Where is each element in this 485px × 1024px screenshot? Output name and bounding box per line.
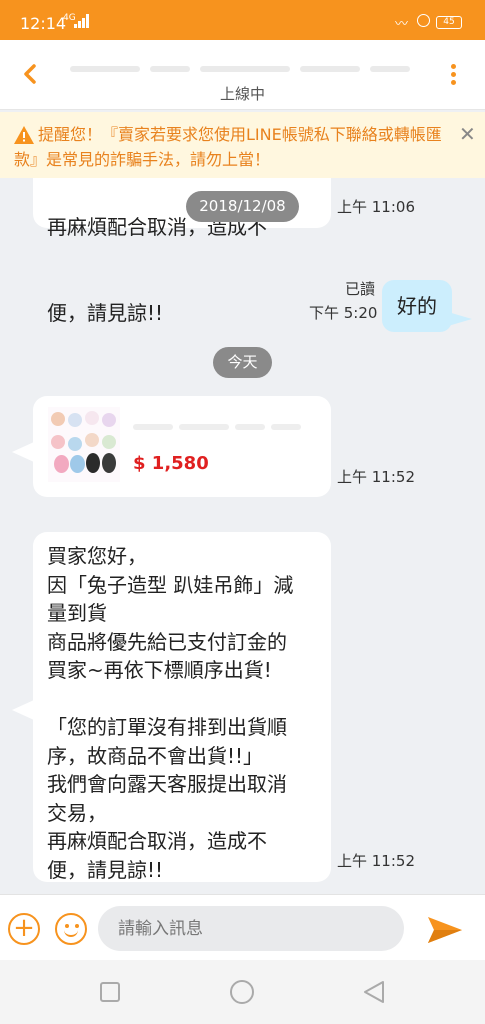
bubble-tail [448, 312, 472, 326]
battery-icon: 45 [436, 16, 462, 29]
message-line: 因「兔子造型 趴娃吊飾」減 [47, 572, 294, 597]
product-image [48, 407, 120, 482]
product-title-redacted [133, 418, 303, 436]
product-price: $ 1,580 [133, 453, 209, 474]
signal-icon [74, 14, 90, 28]
more-vertical-icon[interactable] [446, 64, 460, 86]
message-input[interactable] [98, 906, 404, 951]
message-line: 「您的訂單沒有排到出貨順 [47, 715, 287, 739]
status-bar: 12:14 4G 〰 45 [0, 0, 485, 40]
message-time: 上午 11:52 [337, 852, 415, 870]
smiley-icon[interactable] [55, 913, 87, 945]
vibrate-icon: 〰 [395, 17, 409, 32]
bubble-tail [12, 700, 34, 720]
battery-level: 45 [443, 17, 455, 27]
my-message-bubble: 好的 [382, 280, 452, 332]
message-line: 買家您好， [47, 544, 147, 568]
message-line [47, 685, 317, 714]
system-navigation-bar [0, 960, 485, 1024]
chevron-left-icon[interactable] [22, 64, 38, 84]
warning-text: 提醒您！『賣家若要求您使用LINE帳號私下聯絡或轉帳匯款』是常見的詐騙手法，請勿… [14, 125, 442, 169]
warning-triangle-icon [14, 126, 34, 144]
message-line: 商品將優先給已支付訂金的 [47, 629, 287, 654]
chat-header: 上線中 [0, 40, 485, 110]
message-time: 下午 5:20 [309, 304, 378, 322]
home-icon[interactable] [230, 980, 254, 1004]
read-receipt: 已讀 [345, 280, 376, 298]
message-line: 買家~再依下標順序出貨! [47, 658, 272, 682]
message-line: 我們會向露天客服提出取消 [47, 772, 287, 796]
chat-messages[interactable]: 再麻煩配合取消，造成不 便，請見諒!! 上午 11:06 2018/12/08 … [0, 178, 485, 894]
date-divider: 今天 [213, 347, 272, 378]
date-divider: 2018/12/08 [186, 191, 299, 222]
plus-circle-icon[interactable]: + [8, 913, 40, 945]
message-line: 再麻煩配合取消，造成不 [47, 829, 267, 853]
message-line: 便，請見諒!! [47, 300, 164, 325]
status-time: 12:14 [20, 14, 67, 33]
message-input-bar: + [0, 894, 485, 960]
paper-plane-icon[interactable] [426, 915, 464, 945]
bubble-tail [12, 442, 34, 462]
message-line: 便，請見諒!! [47, 857, 164, 882]
message-time: 上午 11:06 [337, 198, 415, 216]
message-line: 量到貨 [47, 601, 107, 625]
online-status: 上線中 [219, 85, 265, 103]
lock-rotation-icon [417, 14, 430, 27]
seller-name-redacted [60, 56, 420, 80]
scam-warning-banner: 提醒您！『賣家若要求您使用LINE帳號私下聯絡或轉帳匯款』是常見的詐騙手法，請勿… [0, 112, 485, 178]
recent-apps-icon[interactable] [100, 982, 120, 1002]
message-bubble: 買家您好， 因「兔子造型 趴娃吊飾」減 量到貨商品將優先給已支付訂金的 買家~再依下標… [33, 532, 331, 882]
message-time: 上午 11:52 [337, 468, 415, 486]
back-triangle-icon[interactable] [363, 980, 385, 1004]
message-line: 序，故商品不會出貨!!」 [47, 743, 264, 768]
close-icon[interactable]: ✕ [459, 122, 476, 147]
message-line: 交易， [47, 800, 107, 825]
product-card[interactable]: $ 1,580 [33, 396, 331, 497]
